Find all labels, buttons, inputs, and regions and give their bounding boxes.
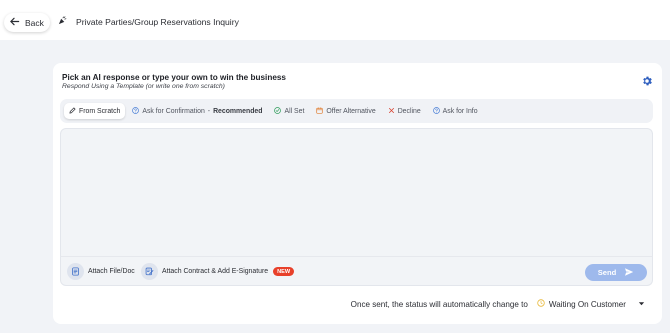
- attach-contract-button[interactable]: Attach Contract & Add E-Signature NEW: [141, 263, 295, 280]
- signature-icon: [141, 263, 158, 280]
- tab-all-set[interactable]: All Set: [269, 103, 309, 119]
- status-selected-value: Waiting On Customer: [548, 299, 626, 309]
- tab-label: Decline: [397, 107, 421, 115]
- status-change-row: Once sent, the status will automatically…: [351, 299, 645, 309]
- question-circle-icon: [432, 106, 440, 116]
- tab-label: From Scratch: [79, 107, 121, 115]
- check-circle-icon: [274, 106, 282, 116]
- tab-decline[interactable]: Decline: [383, 103, 426, 119]
- tab-ask-for-info[interactable]: Ask for Info: [428, 103, 483, 119]
- attach-contract-label: Attach Contract & Add E-Signature: [162, 268, 269, 275]
- tab-label: Ask for Info: [442, 107, 478, 115]
- back-button[interactable]: Back: [4, 13, 50, 32]
- status-note: Once sent, the status will automatically…: [350, 299, 528, 309]
- send-label: Send: [597, 268, 617, 277]
- composer-toolbar: Attach File/Doc Attach Contract & Add E-…: [60, 256, 653, 286]
- pencil-icon: [69, 107, 76, 116]
- party-popper-icon: [58, 16, 67, 27]
- paper-plane-icon: [624, 267, 634, 279]
- status-dropdown[interactable]: Waiting On Customer: [537, 299, 645, 309]
- tab-offer-alternative[interactable]: Offer Alternative: [311, 103, 380, 119]
- x-icon: [388, 107, 395, 116]
- tab-label: Offer Alternative: [326, 107, 376, 115]
- tab-separator: -: [207, 107, 211, 115]
- new-badge: NEW: [273, 267, 295, 276]
- arrow-left-icon: [9, 16, 20, 29]
- tab-ask-for-confirmation[interactable]: Ask for Confirmation - Recommended: [127, 103, 267, 119]
- top-bar: Back Private Parties/Group Reservations …: [0, 0, 670, 40]
- calendar-icon: [316, 107, 324, 116]
- caret-down-icon: [630, 300, 645, 309]
- template-tabs: From Scratch Ask for Confirmation - Reco…: [60, 99, 653, 123]
- send-button[interactable]: Send: [585, 264, 647, 281]
- tab-from-scratch[interactable]: From Scratch: [64, 103, 126, 119]
- question-circle-icon: [132, 106, 140, 116]
- page-title-group: Private Parties/Group Reservations Inqui…: [58, 16, 239, 27]
- response-composer-card: Pick an AI response or type your own to …: [53, 63, 662, 324]
- settings-button[interactable]: [641, 74, 655, 88]
- back-label: Back: [25, 17, 44, 28]
- clock-icon: [537, 299, 545, 309]
- composer-subheading: Respond Using a Template (or write one f…: [62, 83, 225, 90]
- attach-file-label: Attach File/Doc: [88, 268, 135, 275]
- document-icon: [67, 263, 84, 280]
- message-editor[interactable]: [60, 128, 653, 256]
- composer-heading: Pick an AI response or type your own to …: [62, 73, 286, 82]
- gear-icon: [641, 74, 653, 91]
- recommended-label: Recommended: [213, 107, 263, 115]
- attach-file-button[interactable]: Attach File/Doc: [67, 263, 135, 280]
- tab-label: All Set: [284, 107, 305, 115]
- tab-label: Ask for Confirmation: [142, 107, 205, 115]
- page-title: Private Parties/Group Reservations Inqui…: [76, 16, 239, 27]
